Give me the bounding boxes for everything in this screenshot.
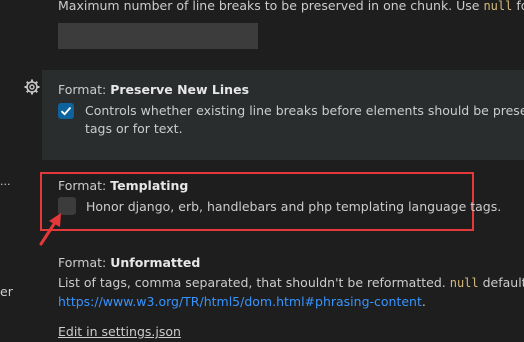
- preserve-new-lines-checkbox[interactable]: [58, 103, 74, 119]
- top-setting-desc-suffix: for unlim: [516, 0, 524, 13]
- preserve-new-lines-desc-line1: Controls whether existing line breaks be…: [85, 103, 524, 118]
- top-setting-description: Maximum number of line breaks to be pres…: [58, 0, 524, 13]
- templating-description: Honor django, erb, handlebars and php te…: [86, 199, 502, 214]
- unformatted-desc-prefix: List of tags, comma separated, that shou…: [58, 275, 450, 290]
- phrasing-content-link[interactable]: https://www.w3.org/TR/html5/dom.html#phr…: [58, 294, 422, 309]
- unformatted-desc-suffix: defaults to all: [482, 275, 524, 290]
- unformatted-link-line: https://www.w3.org/TR/html5/dom.html#phr…: [58, 294, 426, 309]
- sidebar-partial-label[interactable]: er: [0, 284, 13, 299]
- checkmark-icon: [60, 106, 72, 116]
- setting-title-unformatted: Format: Unformatted: [58, 255, 200, 270]
- setting-name: Unformatted: [110, 255, 201, 270]
- sidebar-ellipsis[interactable]: ...: [0, 175, 11, 188]
- setting-category: Format:: [58, 255, 111, 270]
- unformatted-code: null: [449, 276, 479, 290]
- top-setting-desc-prefix: Maximum number of line breaks to be pres…: [58, 0, 484, 13]
- unformatted-description: List of tags, comma separated, that shou…: [58, 275, 524, 290]
- top-setting-input[interactable]: [58, 23, 258, 49]
- setting-category: Format:: [58, 178, 111, 193]
- top-setting-code: null: [483, 0, 513, 13]
- setting-name: Templating: [110, 178, 189, 193]
- pointer-arrow-icon: [36, 208, 66, 248]
- setting-name: Preserve New Lines: [110, 82, 250, 97]
- preserve-new-lines-desc-line2: tags or for text.: [85, 121, 183, 136]
- setting-title-templating: Format: Templating: [58, 178, 188, 193]
- edit-in-settings-json-link[interactable]: Edit in settings.json: [58, 324, 181, 339]
- setting-title-preserve-new-lines: Format: Preserve New Lines: [58, 82, 249, 97]
- setting-category: Format:: [58, 82, 111, 97]
- gear-icon[interactable]: [24, 79, 40, 95]
- link-suffix: .: [421, 294, 426, 309]
